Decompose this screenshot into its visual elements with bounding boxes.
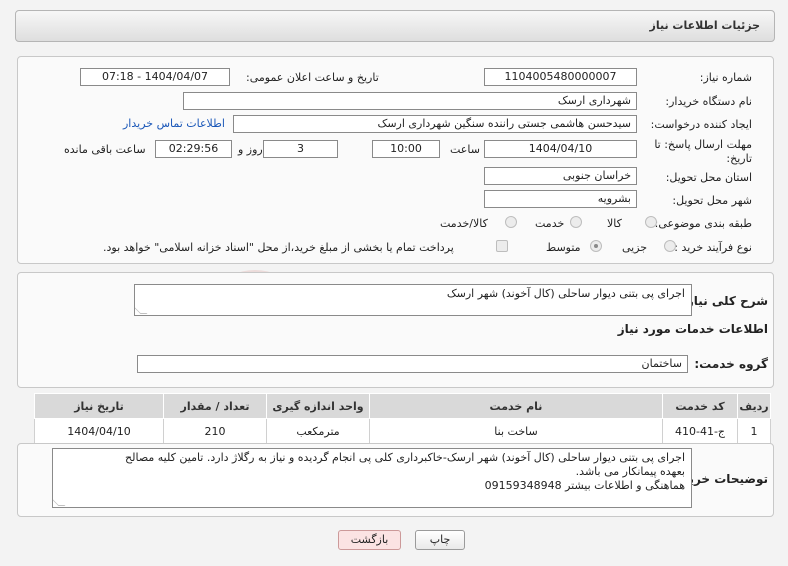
city-label: شهر محل تحویل: — [672, 194, 752, 207]
col-name: نام خدمت — [369, 393, 663, 419]
buyer-field: شهرداری ارسک — [183, 92, 637, 110]
table-header-row: ردیف کد خدمت نام خدمت واحد اندازه گیری ت… — [34, 393, 771, 419]
days-field: 3 — [263, 140, 338, 158]
process-label: نوع فرآیند خرید : — [674, 241, 752, 254]
notes-line-3: هماهنگی و اطلاعات بیشتر 09159348948 — [484, 479, 685, 492]
cell-name: ساخت بنا — [369, 418, 663, 444]
col-row: ردیف — [737, 393, 771, 419]
col-code: کد خدمت — [662, 393, 738, 419]
panel-title: جزئیات اطلاعات نیاز — [649, 19, 761, 32]
info-frame — [17, 56, 774, 264]
print-button[interactable]: چاپ — [415, 530, 465, 550]
col-unit: واحد اندازه گیری — [266, 393, 370, 419]
creator-label: ایجاد کننده درخواست: — [650, 118, 752, 131]
summary-label: شرح کلی نیاز: — [682, 294, 768, 308]
cell-code: ج-41-410 — [662, 418, 738, 444]
cell-qty: 210 — [163, 418, 267, 444]
category-radio-both[interactable] — [505, 216, 517, 228]
services-section-title: اطلاعات خدمات مورد نیاز — [617, 322, 768, 336]
services-table: ردیف کد خدمت نام خدمت واحد اندازه گیری ت… — [34, 393, 771, 444]
payment-note: پرداخت تمام یا بخشی از مبلغ خرید،از محل … — [103, 241, 454, 254]
payment-checkbox[interactable] — [496, 240, 508, 252]
deadline-date-field: 1404/04/10 — [484, 140, 637, 158]
resize-grip[interactable] — [135, 307, 148, 314]
service-group-label: گروه خدمت: — [694, 357, 768, 371]
summary-text: اجرای پی بتنی دیوار ساحلی (کال آخوند) شه… — [446, 287, 685, 300]
process-radio-minor[interactable] — [664, 240, 676, 252]
category-option-service: خدمت — [535, 217, 565, 230]
cell-date: 1404/04/10 — [34, 418, 164, 444]
deadline-label-2: تاریخ: — [726, 152, 752, 165]
category-option-both: کالا/خدمت — [440, 217, 488, 230]
back-button[interactable]: بازگشت — [338, 530, 401, 550]
remaining-label: ساعت باقی مانده — [64, 143, 146, 156]
days-label: روز و — [238, 143, 263, 156]
province-label: استان محل تحویل: — [665, 171, 752, 184]
need-number-field: 1104005480000007 — [484, 68, 637, 86]
col-date: تاریخ نیاز — [34, 393, 164, 419]
process-radio-medium[interactable] — [590, 240, 602, 252]
category-radio-service[interactable] — [570, 216, 582, 228]
notes-textarea[interactable]: اجرای پی بتنی دیوار ساحلی (کال آخوند) شه… — [52, 448, 692, 508]
table-row: 1 ج-41-410 ساخت بنا مترمکعب 210 1404/04/… — [34, 418, 771, 444]
summary-textarea[interactable]: اجرای پی بتنی دیوار ساحلی (کال آخوند) شه… — [134, 284, 692, 316]
cell-row: 1 — [737, 418, 771, 444]
notes-line-1: اجرای پی بتنی دیوار ساحلی (کال آخوند) شه… — [125, 451, 685, 464]
process-option-medium: متوسط — [546, 241, 581, 254]
buyer-contact-link[interactable]: اطلاعات تماس خریدار — [123, 117, 225, 130]
need-number-label: شماره نیاز: — [699, 71, 752, 84]
category-option-goods: کالا — [607, 217, 622, 230]
deadline-time-field: 10:00 — [372, 140, 440, 158]
city-field: بشرویه — [484, 190, 637, 208]
province-field: خراسان جنوبی — [484, 167, 637, 185]
process-option-minor: جزیی — [622, 241, 648, 254]
announce-label: تاریخ و ساعت اعلان عمومی: — [246, 71, 379, 84]
category-radio-goods[interactable] — [645, 216, 657, 228]
details-header-panel: جزئیات اطلاعات نیاز — [15, 10, 775, 42]
service-group-field: ساختمان — [137, 355, 688, 373]
category-label: طبقه بندی موضوعی: — [654, 217, 752, 230]
col-qty: تعداد / مقدار — [163, 393, 267, 419]
remaining-time-field: 02:29:56 — [155, 140, 232, 158]
notes-line-2: بعهده پیمانکار می باشد. — [575, 465, 685, 478]
creator-field: سیدحسن هاشمی جستی راننده سنگین شهرداری ا… — [233, 115, 637, 133]
resize-grip[interactable] — [53, 499, 66, 506]
time-label: ساعت — [450, 143, 480, 156]
cell-unit: مترمکعب — [266, 418, 370, 444]
deadline-label: مهلت ارسال پاسخ: تا — [654, 138, 752, 151]
announce-field: 1404/04/07 - 07:18 — [80, 68, 230, 86]
buyer-label: نام دستگاه خریدار: — [665, 95, 752, 108]
